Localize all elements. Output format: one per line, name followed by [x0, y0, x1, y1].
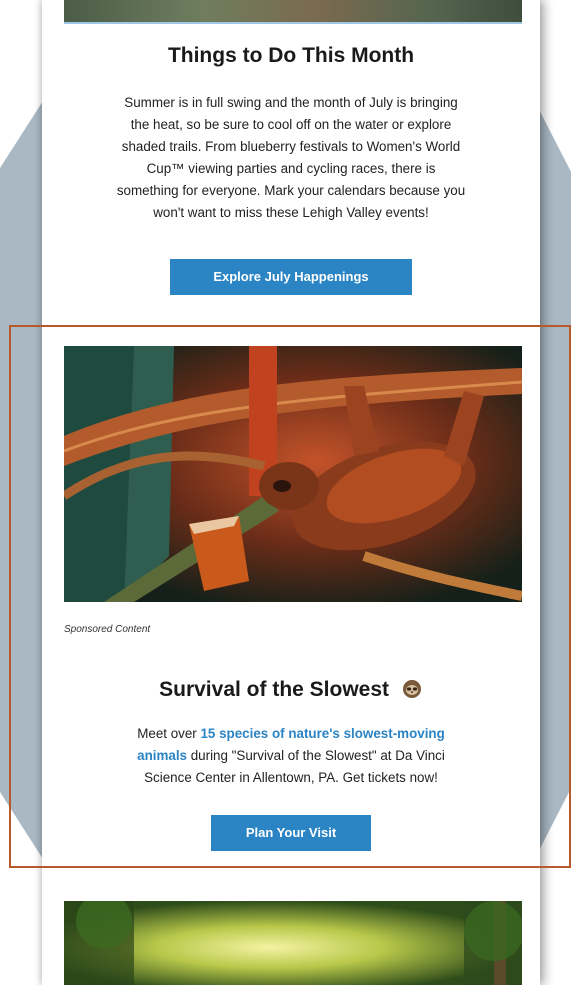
- sloth-photo[interactable]: [64, 346, 522, 602]
- body-text-prefix: Meet over: [137, 726, 201, 741]
- sponsored-content-label: Sponsored Content: [64, 624, 151, 635]
- section-title-things-to-do: Things to Do This Month: [167, 44, 415, 67]
- survival-title-text: Survival of the Slowest: [159, 678, 390, 701]
- species-link[interactable]: 15 species of nature's slowest-moving: [200, 726, 444, 741]
- body-line: something for everyone. Mark your calend…: [116, 183, 466, 198]
- body-line: animals during "Survival of the Slowest"…: [72, 745, 510, 767]
- body-line: won't want to miss these Lehigh Valley e…: [153, 205, 429, 220]
- sloth-icon: [401, 677, 423, 705]
- top-photo: [64, 0, 522, 24]
- section-body-survival: Meet over 15 species of nature's slowest…: [72, 723, 510, 789]
- body-line: Cup™ viewing parties and cycling races, …: [146, 161, 436, 176]
- section-title-survival: Survival of the Slowest: [42, 677, 540, 705]
- body-line: the heat, so be sure to cool off on the …: [130, 117, 452, 132]
- screenshot-stage: Things to Do This Month Summer is in ful…: [0, 0, 571, 985]
- forest-illustration: [64, 901, 522, 985]
- bottom-photo: [64, 901, 522, 985]
- explore-july-happenings-button[interactable]: Explore July Happenings: [170, 259, 412, 295]
- sloth-illustration: [64, 346, 522, 602]
- body-line: Science Center in Allentown, PA. Get tic…: [144, 770, 438, 785]
- body-text-rest: during "Survival of the Slowest" at Da V…: [187, 748, 445, 763]
- body-line: Meet over 15 species of nature's slowest…: [72, 723, 510, 745]
- body-line: shaded trails. From blueberry festivals …: [121, 139, 461, 154]
- body-line: Summer is in full swing and the month of…: [124, 95, 458, 110]
- species-link-continued[interactable]: animals: [137, 748, 187, 763]
- email-column: Things to Do This Month Summer is in ful…: [42, 0, 540, 985]
- section-body-things-to-do: Summer is in full swing and the month of…: [56, 92, 526, 224]
- plan-your-visit-button[interactable]: Plan Your Visit: [211, 815, 371, 851]
